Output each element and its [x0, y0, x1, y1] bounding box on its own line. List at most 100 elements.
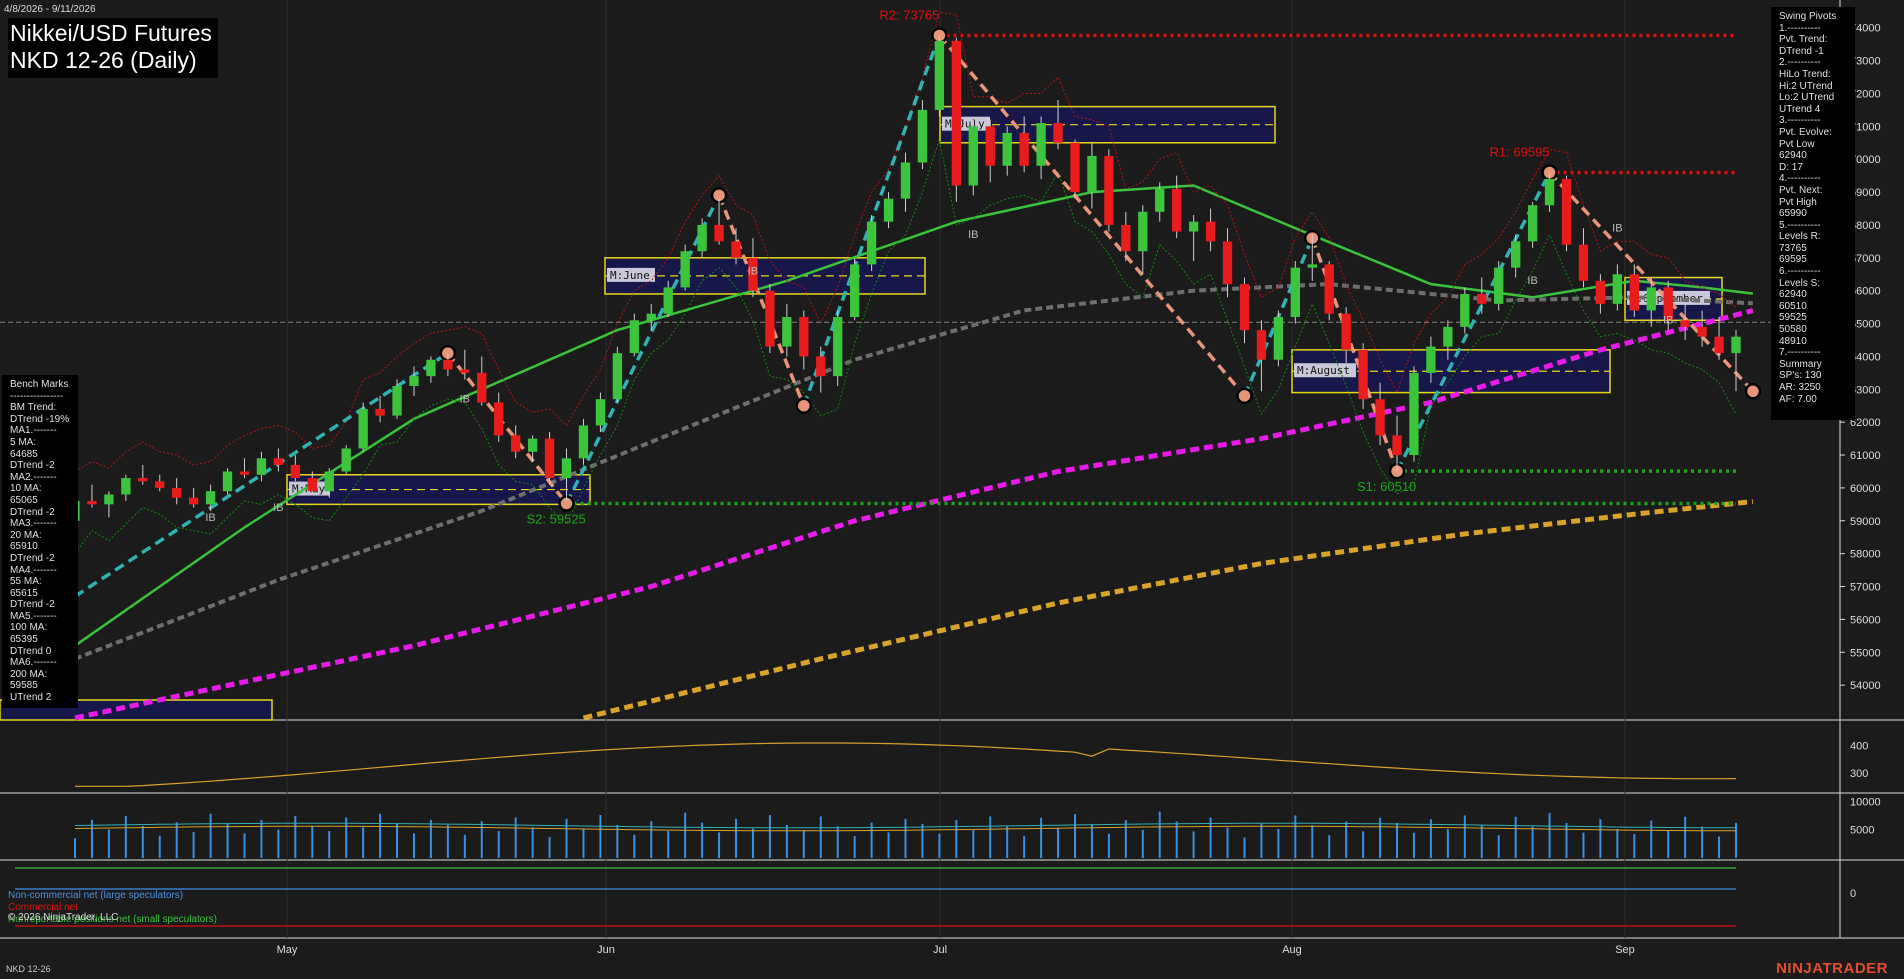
level-label: R1: 69595	[1490, 145, 1550, 160]
candle-body	[985, 126, 995, 166]
candle-body	[1697, 326, 1707, 337]
candle-body	[1070, 142, 1080, 193]
candle-body	[494, 402, 504, 436]
ib-label: IB	[1527, 275, 1537, 287]
level-label: S2: 59525	[527, 512, 586, 527]
swing-pivots-line: 4.----------	[1779, 173, 1821, 185]
candle-body	[1612, 274, 1623, 304]
swing-pivot-marker	[795, 397, 813, 414]
candle-body	[765, 290, 775, 347]
ib-label: IB	[273, 502, 283, 514]
bench-marks-line: DTrend -19%	[10, 413, 70, 425]
candle-body	[1680, 320, 1690, 327]
candle-body	[1392, 435, 1402, 456]
swing-pivots-panel: Swing Pivots 1.---------- Pvt. Trend: DTren…	[1771, 7, 1855, 420]
swing-pivots-line: Pvt Low	[1779, 138, 1815, 150]
ib-label: IB	[460, 393, 470, 405]
swing-pivot-marker	[1744, 383, 1762, 400]
x-tick-label: Jun	[597, 944, 615, 956]
candle-body	[1222, 241, 1233, 285]
bench-marks-line: MA3.-------	[10, 518, 57, 530]
candle-body	[205, 491, 216, 505]
swing-pivots-line: 6.----------	[1779, 266, 1821, 278]
copyright: © 2026 NinjaTrader, LLC	[8, 912, 119, 923]
bench-marks-line: 59585	[10, 680, 38, 692]
candle-body	[273, 458, 284, 465]
legend-noncommercial: Non-commercial net (large speculators)	[8, 890, 184, 901]
candle-body	[375, 409, 385, 416]
candle-body	[1273, 316, 1284, 360]
candle-body	[1188, 221, 1199, 232]
candle-body	[1138, 211, 1148, 252]
candle-body	[290, 464, 300, 479]
swing-pivots-line: SP's: 130	[1779, 370, 1822, 382]
candle-body	[1511, 241, 1521, 268]
swing-pivots-line: Swing Pivots	[1779, 11, 1837, 22]
candle-body	[1375, 399, 1385, 436]
bench-marks-line: DTrend -2	[10, 460, 55, 472]
swing-pivot-marker	[1236, 387, 1253, 405]
bench-marks-line: 65395	[10, 634, 38, 646]
candle-body	[1561, 178, 1572, 245]
swing-pivots-line: AR: 3250	[1779, 382, 1821, 393]
candle-body	[1155, 188, 1165, 212]
candle-body	[714, 224, 724, 242]
level-label: R2: 73765	[879, 7, 939, 22]
month-box-label: M:June	[610, 269, 650, 282]
candle-body	[1121, 224, 1131, 252]
candle-body	[680, 251, 690, 288]
candle-body	[1494, 267, 1504, 304]
candle-body	[222, 471, 233, 492]
candle-body	[646, 313, 656, 321]
bench-marks-line: DTrend -2	[10, 599, 55, 611]
bench-marks-line: Bench Marks	[10, 379, 69, 390]
y-tick-label: 56000	[1850, 614, 1881, 626]
bench-marks-line: 100 MA:	[10, 622, 48, 634]
candle-body	[155, 481, 165, 488]
swing-pivots-line: 59525	[1779, 312, 1807, 324]
moving-average-line	[74, 184, 1754, 647]
date-range: 4/8/2026 - 9/11/2026	[4, 4, 96, 15]
bench-marks-panel: Bench Marks ---------------- BM Trend: DTre…	[2, 375, 78, 708]
ninjatrader-logo: NINJATRADER	[1776, 960, 1888, 977]
candle-body	[663, 287, 673, 314]
oscillator-line	[75, 742, 1737, 787]
bench-marks-line: 20 MA:	[10, 529, 42, 541]
swing-pivots-line: DTrend -1	[1779, 45, 1824, 57]
x-tick-label: May	[277, 944, 298, 956]
candle-body	[104, 494, 114, 505]
candle-body	[1239, 284, 1250, 331]
x-tick-label: Sep	[1615, 944, 1635, 956]
bench-marks-line: 65615	[10, 587, 38, 599]
ib-label: IB	[748, 265, 758, 277]
swing-pivots-line: Levels S:	[1779, 277, 1821, 289]
bench-marks-line: 65910	[10, 541, 38, 553]
swing-pivots-line: Summary	[1779, 358, 1822, 370]
swing-pivots-line: 50580	[1779, 324, 1807, 336]
candle-body	[341, 448, 351, 472]
candle-body	[816, 356, 826, 377]
swing-pivots-line: 73765	[1779, 242, 1807, 254]
candle-body	[1358, 349, 1368, 400]
candle-body	[443, 359, 453, 370]
candle-body	[833, 316, 843, 377]
y-tick-label: 58000	[1850, 549, 1881, 561]
candle-body	[731, 241, 741, 258]
y-tick-label: 61000	[1850, 450, 1881, 462]
bench-marks-line: 55 MA:	[10, 576, 42, 588]
chart-canvas[interactable]: May Jun Jul Aug Sep7400073000720007100070000…	[0, 0, 1904, 979]
candle-body	[544, 438, 555, 479]
candle-body	[1629, 274, 1639, 311]
bench-marks-line: MA6.-------	[10, 657, 57, 669]
swing-pivots-line: 62940	[1779, 289, 1807, 301]
bench-marks-line: DTrend -2	[10, 552, 55, 564]
candle-body	[578, 425, 589, 459]
candle-body	[866, 221, 877, 265]
bench-marks-line: DTrend 0	[10, 645, 52, 657]
candle-body	[1290, 267, 1300, 317]
bench-marks-line: UTrend 2	[10, 692, 52, 704]
candle-body	[1646, 287, 1656, 311]
candle-body	[1104, 155, 1114, 225]
bench-marks-line: BM Trend:	[10, 402, 57, 414]
candle-body	[239, 471, 250, 475]
